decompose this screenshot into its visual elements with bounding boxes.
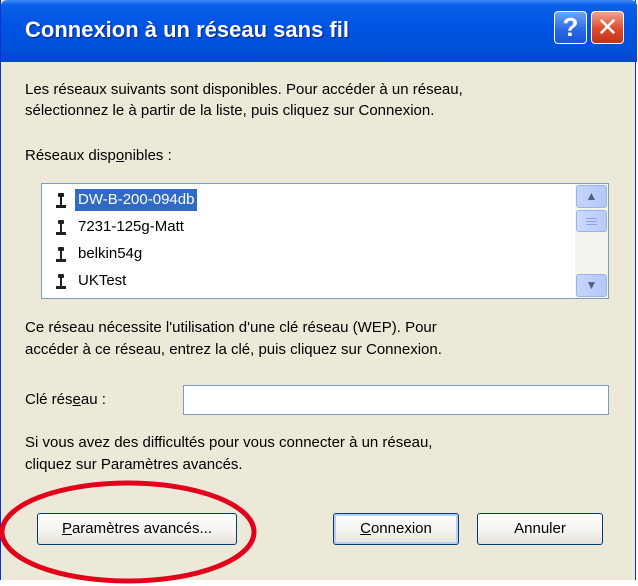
- cancel-button[interactable]: Annuler: [477, 513, 603, 545]
- network-list[interactable]: DW-B-200-094db 7231-125g-Matt belkin54g …: [41, 183, 609, 299]
- scroll-up-button[interactable]: ▲: [576, 185, 607, 208]
- help-text-line-1: Si vous avez des difficultés pour vous c…: [25, 434, 433, 451]
- help-icon: ?: [562, 12, 579, 42]
- intro-text-line-2: sélectionnez le à partir de la liste, pu…: [25, 102, 435, 119]
- list-item[interactable]: DW-B-200-094db: [44, 187, 576, 214]
- intro-text-line-1: Les réseaux suivants sont disponibles. P…: [25, 81, 463, 98]
- wep-notice-line-2: accéder à ce réseau, entrez la clé, puis…: [25, 341, 442, 358]
- network-name: belkin54g: [78, 245, 143, 262]
- network-name: UKTest: [78, 272, 127, 289]
- close-button[interactable]: ✕: [591, 11, 624, 44]
- antenna-icon: [56, 247, 66, 263]
- network-name: 7231-125g-Matt: [78, 218, 184, 235]
- list-item[interactable]: belkin54g: [44, 241, 576, 268]
- help-button[interactable]: ?: [554, 11, 587, 44]
- antenna-icon: [56, 220, 66, 236]
- wep-notice-line-1: Ce réseau nécessite l'utilisation d'une …: [25, 319, 437, 336]
- list-item[interactable]: UKTest: [44, 268, 576, 295]
- help-text-line-2: cliquez sur Paramètres avancés.: [25, 456, 243, 473]
- scroll-thumb[interactable]: [576, 210, 607, 232]
- chevron-down-icon: ▼: [585, 278, 598, 292]
- network-key-input[interactable]: [183, 385, 609, 415]
- list-item[interactable]: 7231-125g-Matt: [44, 214, 576, 241]
- network-key-label: Clé réseau :: [25, 391, 106, 408]
- antenna-icon: [56, 274, 66, 290]
- antenna-icon: [56, 193, 66, 209]
- available-networks-label: Réseaux disponibles :: [25, 147, 172, 164]
- advanced-settings-button[interactable]: Paramètres avancés...: [37, 513, 237, 545]
- window-title: Connexion à un réseau sans fil: [25, 17, 349, 42]
- chevron-up-icon: ▲: [585, 189, 598, 203]
- close-icon: ✕: [596, 12, 619, 42]
- scroll-down-button[interactable]: ▼: [576, 274, 607, 297]
- network-name: DW-B-200-094db: [75, 189, 198, 211]
- dialog-window: Connexion à un réseau sans fil ? ✕ Les r…: [0, 0, 637, 580]
- title-bar[interactable]: Connexion à un réseau sans fil ? ✕: [1, 0, 637, 62]
- list-scrollbar[interactable]: ▲ ▼: [575, 184, 608, 298]
- connect-button[interactable]: Connexion: [333, 513, 459, 545]
